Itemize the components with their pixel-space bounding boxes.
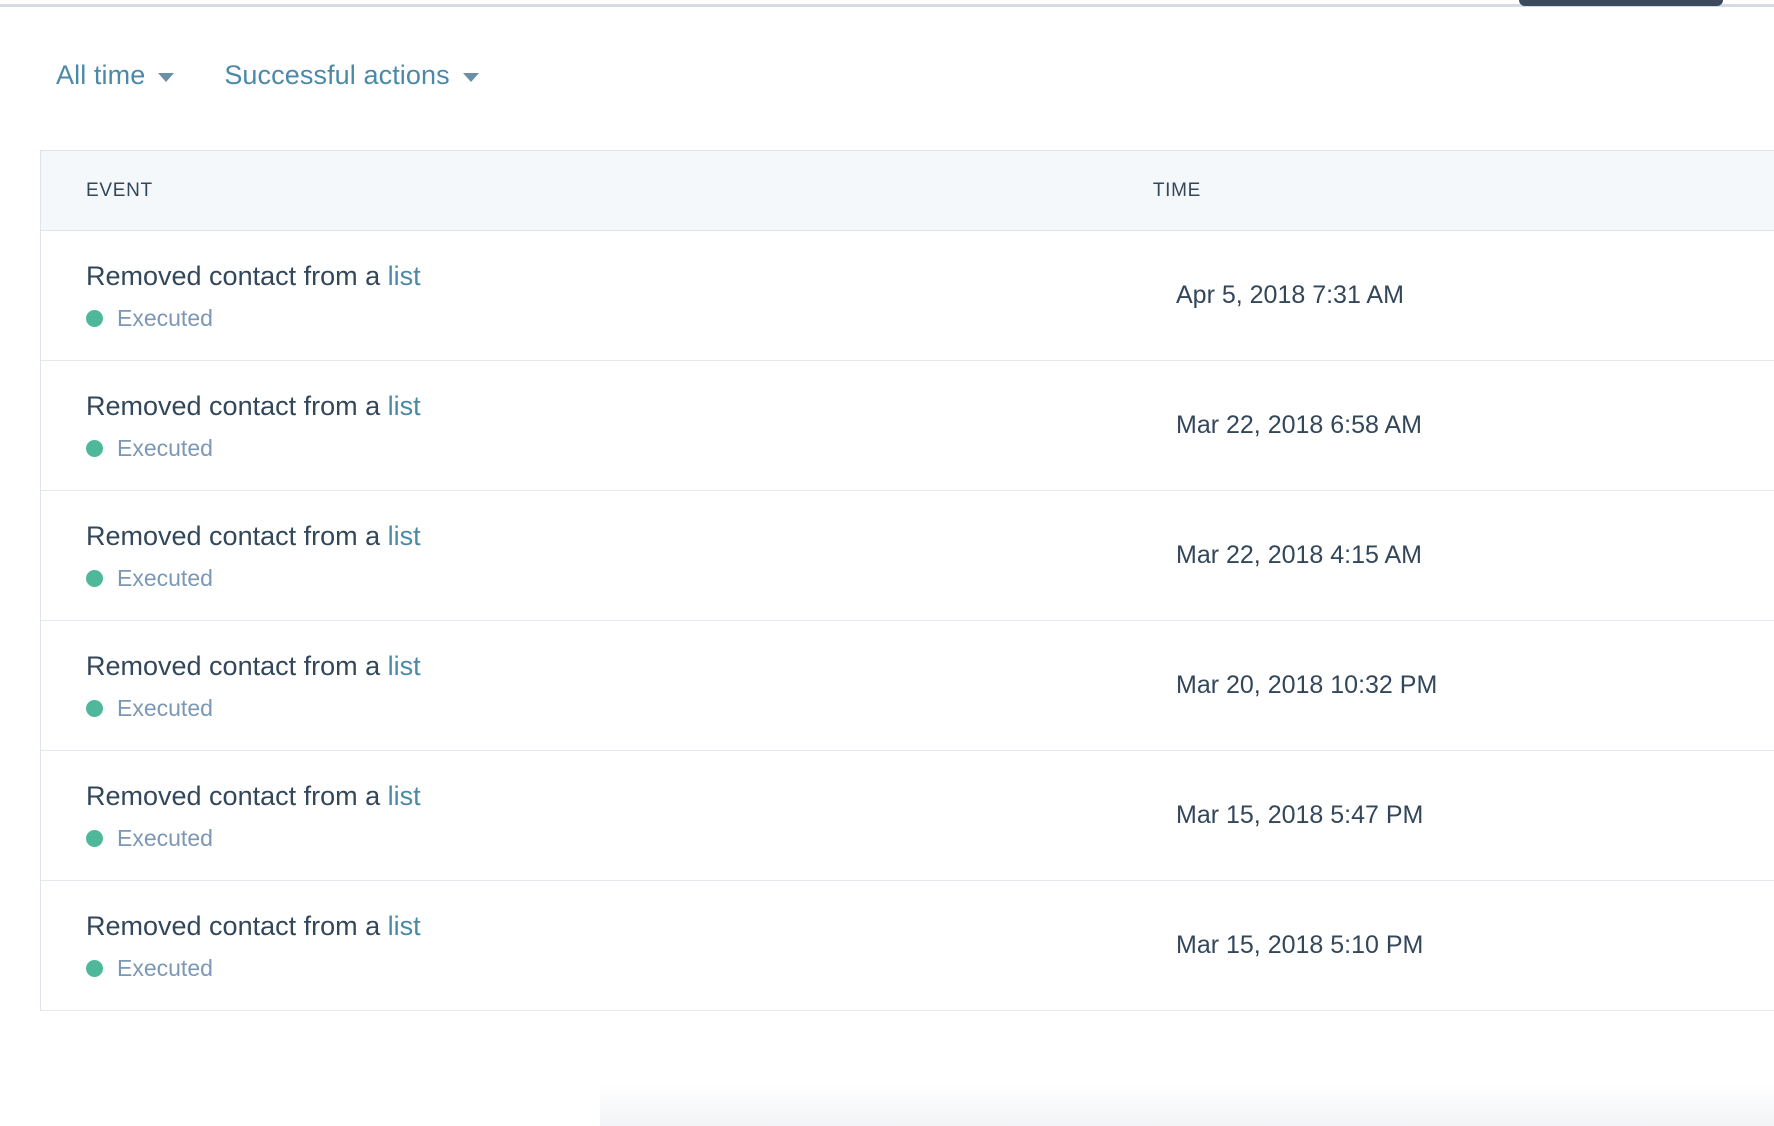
event-title-text: Removed contact from a bbox=[86, 651, 381, 682]
event-list-link[interactable]: list bbox=[388, 911, 421, 941]
event-list-link[interactable]: list bbox=[388, 781, 421, 811]
status-dot-icon bbox=[86, 439, 103, 457]
status-badge: Executed bbox=[86, 694, 1176, 721]
status-label: Executed bbox=[117, 304, 213, 331]
filter-action-type-label: Successful actions bbox=[224, 60, 450, 90]
time-cell: Mar 20, 2018 10:32 PM bbox=[1176, 671, 1438, 699]
table-row[interactable]: Removed contact from a list Executed Mar 1… bbox=[41, 751, 1774, 881]
top-strip bbox=[0, 0, 1774, 7]
workflow-history-page: All time Successful actions EVENT TIME R… bbox=[0, 0, 1774, 1126]
status-dot-icon bbox=[86, 309, 103, 327]
chevron-down-icon bbox=[158, 73, 175, 82]
status-dot-icon bbox=[86, 699, 103, 717]
event-cell: Removed contact from a list Executed bbox=[41, 261, 1176, 329]
table-header-row: EVENT TIME bbox=[41, 150, 1774, 231]
event-list-link[interactable]: list bbox=[388, 391, 421, 421]
event-title: Removed contact from a list bbox=[86, 521, 1176, 552]
status-label: Executed bbox=[117, 564, 213, 591]
status-badge: Executed bbox=[86, 954, 1176, 981]
event-list-link[interactable]: list bbox=[388, 521, 421, 551]
status-dot-icon bbox=[86, 569, 103, 587]
status-label: Executed bbox=[117, 434, 213, 461]
event-list-link[interactable]: list bbox=[388, 651, 421, 681]
column-header-event[interactable]: EVENT bbox=[86, 180, 153, 202]
status-dot-icon bbox=[86, 829, 103, 847]
event-cell: Removed contact from a list Executed bbox=[41, 521, 1176, 589]
time-cell: Mar 22, 2018 4:15 AM bbox=[1176, 541, 1422, 569]
status-label: Executed bbox=[117, 954, 213, 981]
time-cell: Mar 15, 2018 5:10 PM bbox=[1176, 931, 1424, 959]
bottom-fade-overlay bbox=[600, 1084, 1774, 1126]
event-title: Removed contact from a list bbox=[86, 911, 1176, 942]
floating-dark-pill[interactable] bbox=[1519, 0, 1723, 6]
time-cell: Mar 22, 2018 6:58 AM bbox=[1176, 411, 1422, 439]
filter-action-type[interactable]: Successful actions bbox=[224, 60, 479, 90]
event-title: Removed contact from a list bbox=[86, 651, 1176, 682]
table-row[interactable]: Removed contact from a list Executed Mar 2… bbox=[41, 491, 1774, 621]
event-title: Removed contact from a list bbox=[86, 391, 1176, 422]
filter-bar: All time Successful actions bbox=[56, 62, 479, 89]
time-cell: Apr 5, 2018 7:31 AM bbox=[1176, 281, 1404, 309]
status-badge: Executed bbox=[86, 434, 1176, 461]
time-cell: Mar 15, 2018 5:47 PM bbox=[1176, 801, 1424, 829]
status-label: Executed bbox=[117, 824, 213, 851]
event-title-text: Removed contact from a bbox=[86, 391, 381, 422]
status-badge: Executed bbox=[86, 564, 1176, 591]
table-row[interactable]: Removed contact from a list Executed Apr 5… bbox=[41, 231, 1774, 361]
event-title: Removed contact from a list bbox=[86, 781, 1176, 812]
event-title-text: Removed contact from a bbox=[86, 781, 381, 812]
top-divider bbox=[0, 4, 1774, 7]
event-cell: Removed contact from a list Executed bbox=[41, 911, 1176, 979]
table-row[interactable]: Removed contact from a list Executed Mar 2… bbox=[41, 621, 1774, 751]
event-cell: Removed contact from a list Executed bbox=[41, 781, 1176, 849]
event-cell: Removed contact from a list Executed bbox=[41, 651, 1176, 719]
event-cell: Removed contact from a list Executed bbox=[41, 391, 1176, 459]
event-title-text: Removed contact from a bbox=[86, 521, 381, 552]
event-title-text: Removed contact from a bbox=[86, 261, 381, 292]
filter-time-range[interactable]: All time bbox=[56, 60, 175, 90]
filter-time-range-label: All time bbox=[56, 60, 146, 90]
table-row[interactable]: Removed contact from a list Executed Mar 2… bbox=[41, 361, 1774, 491]
table-body: Removed contact from a list Executed Apr 5… bbox=[41, 231, 1774, 1011]
table-row[interactable]: Removed contact from a list Executed Mar 1… bbox=[41, 881, 1774, 1011]
chevron-down-icon bbox=[462, 73, 479, 82]
status-label: Executed bbox=[117, 694, 213, 721]
status-dot-icon bbox=[86, 959, 103, 977]
column-header-time[interactable]: TIME bbox=[1153, 180, 1201, 202]
status-badge: Executed bbox=[86, 304, 1176, 331]
event-title-text: Removed contact from a bbox=[86, 911, 381, 942]
event-list-link[interactable]: list bbox=[388, 261, 421, 291]
event-history-table: EVENT TIME Removed contact from a list Ex… bbox=[40, 150, 1774, 1011]
status-badge: Executed bbox=[86, 824, 1176, 851]
event-title: Removed contact from a list bbox=[86, 261, 1176, 292]
